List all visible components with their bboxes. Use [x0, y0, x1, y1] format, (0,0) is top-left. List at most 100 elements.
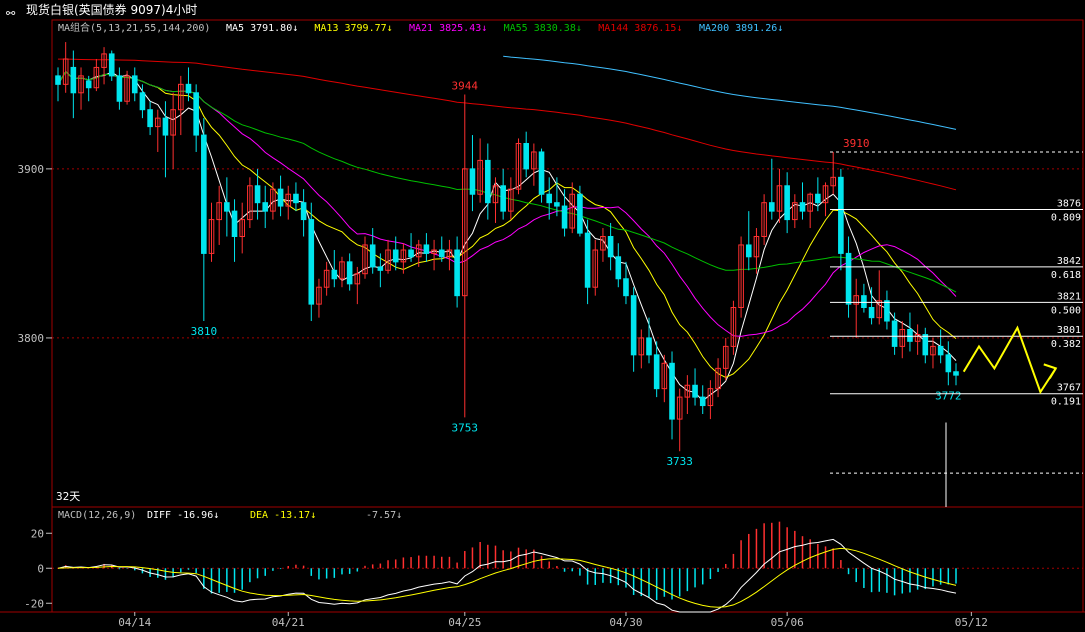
period-label: 32天: [56, 490, 80, 503]
candle-down: [554, 202, 560, 207]
price-annotation: 3733: [666, 455, 693, 468]
candle-down: [607, 235, 614, 258]
ma-legend-item: MA21 3825.43↓: [409, 23, 487, 34]
candle-down: [55, 75, 61, 85]
candle-down: [392, 249, 399, 263]
ma21-line: [57, 70, 957, 337]
macd-legend-dea: DEA -13.17↓: [250, 510, 316, 521]
candle-down: [584, 232, 591, 288]
candle-down: [784, 185, 790, 221]
chart-window: ⚯ 现货白银(英国债券 9097)4小时 3800 3900 3944 3910 381…: [0, 0, 1085, 632]
macd-diff-line: [57, 538, 957, 613]
x-tick-label: 04/30: [609, 616, 642, 629]
candle-down: [922, 334, 929, 356]
macd-legend-value: -7.57↓: [366, 510, 402, 521]
ma144-line: [58, 58, 957, 191]
ma-legend-item: MA13 3799.77↓: [314, 23, 392, 34]
candle-down: [346, 261, 353, 285]
ma200-line: [503, 55, 957, 130]
x-tick-label: 04/21: [272, 616, 305, 629]
ma-legend-item: MA144 3876.15↓: [598, 23, 682, 34]
candle-down: [577, 193, 583, 234]
macd-tick-label: 20: [31, 527, 44, 540]
candle-down: [891, 320, 898, 347]
projection-path: [962, 325, 1057, 395]
candle-down: [884, 300, 890, 322]
candle-down: [953, 371, 959, 376]
candle-down: [469, 168, 476, 195]
candle-down: [815, 193, 821, 204]
candle-down: [699, 396, 706, 407]
fib-ratio-label: 0.500: [1051, 305, 1081, 316]
candle-down: [224, 202, 230, 212]
candle-down: [377, 266, 384, 271]
candle-down: [369, 244, 376, 268]
candle-down: [692, 384, 698, 398]
fib-price-label: 3876: [1057, 198, 1081, 209]
fib-ratio-label: 0.191: [1051, 397, 1081, 408]
candle-down: [868, 307, 875, 319]
x-tick-label: 05/06: [771, 616, 804, 629]
candle-down: [454, 249, 460, 297]
x-tick-label: 05/12: [955, 616, 988, 629]
candle-down: [185, 83, 192, 94]
candle-down: [108, 53, 115, 77]
candle-down: [147, 109, 153, 128]
candle-down: [231, 210, 238, 237]
ma-legend-item: MA200 3891.26↓: [699, 23, 783, 34]
candle-down: [193, 92, 199, 136]
candle-down: [408, 249, 414, 258]
fib-ratio-label: 0.382: [1051, 339, 1081, 350]
candle-down: [937, 345, 944, 356]
candle-down: [945, 354, 952, 373]
candle-down: [561, 205, 568, 229]
candle-down: [85, 80, 92, 89]
candle-down: [131, 75, 138, 94]
fib-price-label: 3821: [1057, 291, 1081, 302]
price-annotation: 3910: [843, 137, 870, 150]
price-annotation: 3810: [191, 325, 218, 338]
candle-down: [768, 202, 775, 212]
candle-down: [838, 176, 844, 254]
price-annotation: 3772: [935, 389, 962, 402]
fib-ratio-label: 0.809: [1051, 212, 1081, 223]
fib-ratio-label: 0.618: [1051, 270, 1081, 281]
candle-down: [308, 219, 315, 305]
candle-down: [254, 185, 261, 204]
ma-legend-title: MA组合(5,13,21,55,144,200): [58, 21, 210, 34]
price-annotation: 3753: [452, 421, 479, 434]
x-tick-label: 04/14: [118, 616, 151, 629]
price-tick-label: 3800: [18, 332, 45, 345]
candle-down: [538, 151, 545, 195]
ma5-line: [57, 70, 957, 402]
macd-dea-line: [57, 547, 957, 608]
macd-legend-diff: DIFF -16.96↓: [147, 510, 219, 521]
price-panel-frame: [51, 19, 1084, 508]
candle-down: [300, 202, 307, 221]
candle-down: [70, 66, 77, 94]
chart-canvas[interactable]: 3800 3900 3944 3910 3810 3753 3733 3772 3876 0.80…: [0, 0, 1085, 632]
macd-tick-label: -20: [24, 597, 44, 610]
price-tick-label: 3900: [18, 163, 45, 176]
candle-down: [293, 193, 299, 204]
candle-down: [623, 278, 629, 297]
fib-price-label: 3842: [1057, 256, 1081, 267]
candle-down: [745, 244, 752, 258]
candle-down: [646, 337, 652, 356]
macd-tick-label: 0: [37, 562, 44, 575]
candle-down: [262, 202, 269, 212]
fib-price-label: 3801: [1057, 325, 1081, 336]
candle-down: [546, 193, 553, 204]
candle-down: [162, 117, 169, 136]
x-tick-label: 04/25: [448, 616, 481, 629]
candle-down: [423, 244, 430, 254]
candle-down: [201, 134, 207, 254]
candle-down: [523, 143, 529, 170]
candle-down: [438, 249, 445, 258]
macd-legend-title: MACD(12,26,9): [58, 510, 136, 521]
candle-down: [615, 256, 622, 280]
candle-down: [277, 188, 284, 207]
candle-down: [630, 295, 637, 356]
ma-legend-item: MA5 3791.80↓: [226, 23, 298, 34]
candle-down: [861, 295, 867, 309]
